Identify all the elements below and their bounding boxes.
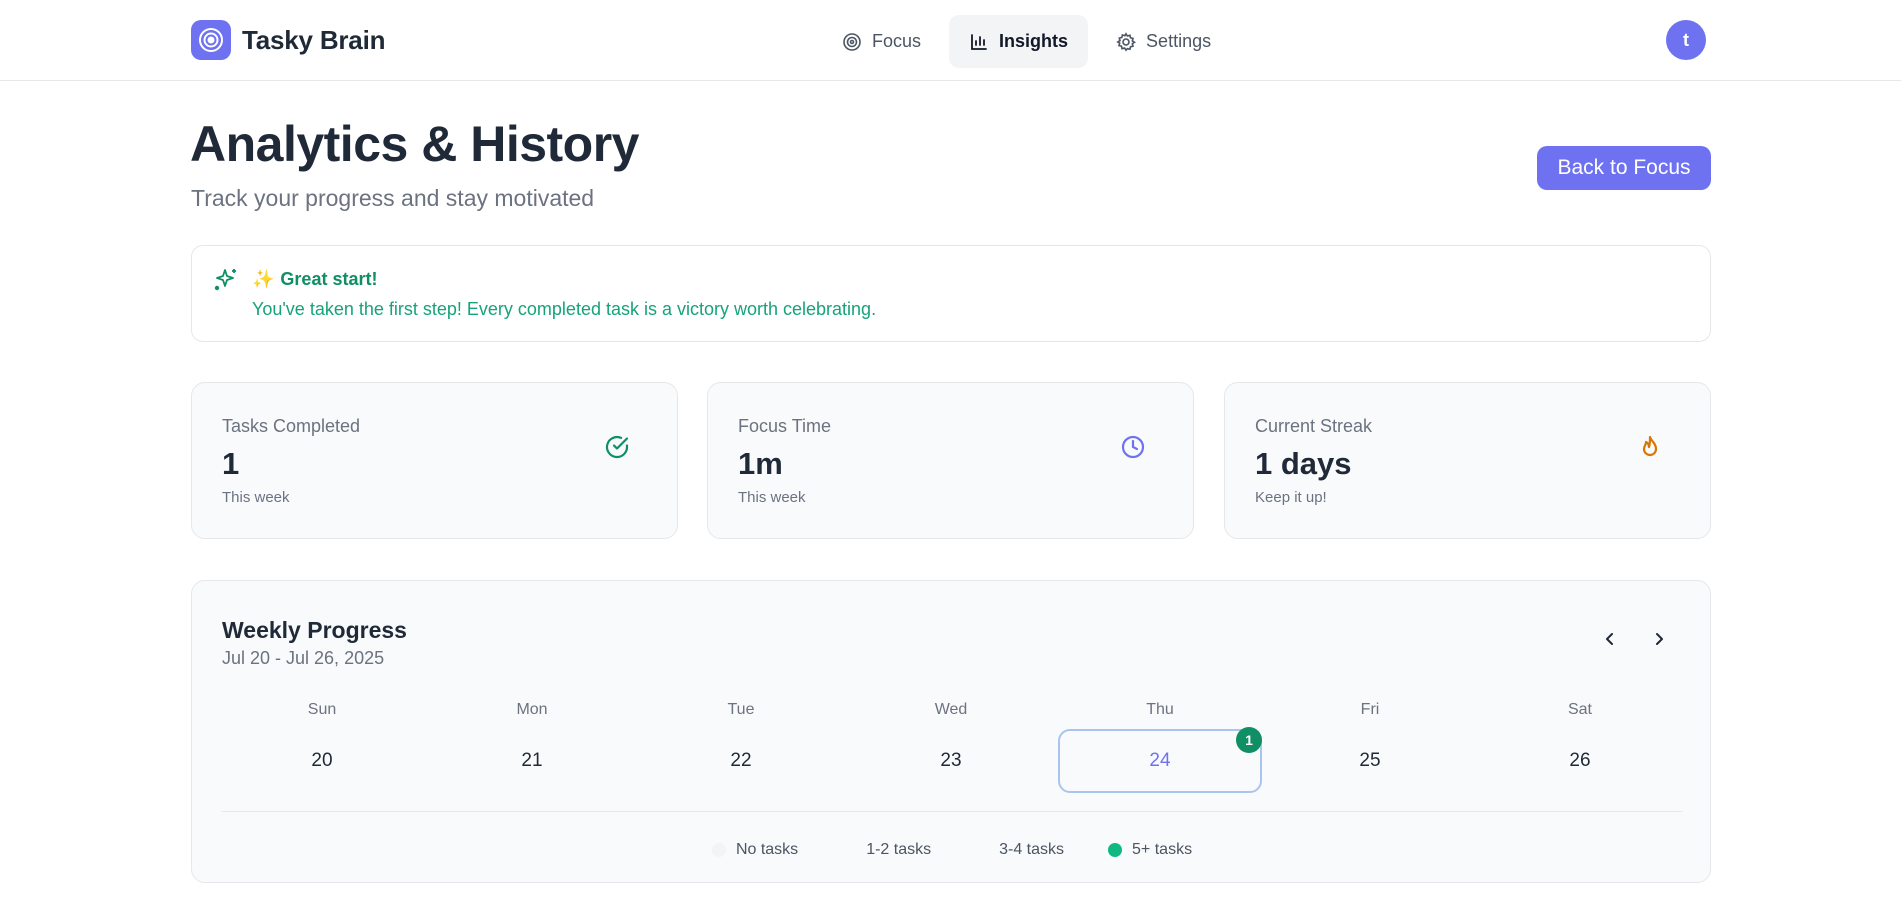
stat-card-focus-time: Focus Time 1m This week	[707, 382, 1194, 539]
page-title: Analytics & History	[190, 116, 639, 172]
brand[interactable]: Tasky Brain	[191, 20, 385, 60]
page-subtitle: Track your progress and stay motivated	[191, 185, 595, 211]
stat-value: 1m	[738, 446, 783, 481]
stat-label: Current Streak	[1255, 416, 1373, 436]
banner-title: ✨ Great start!	[252, 269, 377, 290]
nav-item-label: Insights	[999, 31, 1069, 51]
day-cell-23[interactable]: 23	[849, 729, 1053, 793]
legend-1-2-tasks: 1-2 tasks	[842, 841, 931, 859]
banner-title-text: Great start!	[280, 269, 378, 289]
stat-note: This week	[222, 489, 290, 506]
stat-value: 1 days	[1255, 446, 1352, 481]
legend-no-tasks: No tasks	[711, 841, 799, 859]
target-logo-icon	[191, 20, 231, 60]
main-nav: Focus Insights Settings	[822, 15, 1231, 68]
sparkles-icon	[214, 269, 236, 291]
day-cell-25[interactable]: 25	[1268, 729, 1472, 793]
activity-legend: No tasks 1-2 tasks 3-4 tasks 5+ tasks	[192, 841, 1712, 859]
chevron-left-icon	[1606, 633, 1613, 645]
banner-message: You've taken the first step! Every compl…	[252, 299, 877, 319]
legend-dot	[975, 843, 990, 857]
day-name-wed: Wed	[934, 701, 968, 718]
divider	[222, 811, 1682, 812]
nav-item-focus[interactable]: Focus	[822, 15, 941, 68]
stat-note: Keep it up!	[1255, 489, 1327, 506]
legend-dot	[842, 843, 857, 857]
day-name-sun: Sun	[307, 701, 337, 718]
stat-label: Tasks Completed	[222, 416, 361, 436]
day-date: 25	[1359, 750, 1381, 771]
legend-5-plus-tasks: 5+ tasks	[1108, 841, 1192, 859]
day-cell-21[interactable]: 21	[430, 729, 634, 793]
avatar[interactable]: t	[1666, 20, 1706, 60]
clock-icon	[1121, 435, 1145, 459]
previous-week-button[interactable]	[1592, 621, 1628, 657]
day-date: 22	[730, 750, 752, 771]
check-circle-icon	[605, 435, 629, 459]
weekly-date-range: Jul 20 - Jul 26, 2025	[222, 648, 385, 668]
gear-icon	[1116, 31, 1137, 52]
nav-item-insights[interactable]: Insights	[949, 15, 1089, 68]
next-week-button[interactable]	[1641, 621, 1677, 657]
legend-3-4-tasks: 3-4 tasks	[975, 841, 1064, 859]
nav-item-label: Settings	[1146, 31, 1212, 51]
legend-label: 1-2 tasks	[866, 841, 932, 858]
motivation-banner: ✨ Great start! You've taken the first st…	[191, 245, 1711, 342]
task-count-badge: 1	[1236, 727, 1262, 753]
day-name-tue: Tue	[727, 701, 755, 718]
app-header: Tasky Brain Focus Insights Settings t	[0, 0, 1901, 81]
legend-label: No tasks	[735, 841, 799, 858]
day-cell-24-today[interactable]: 24 1	[1058, 727, 1262, 793]
legend-label: 3-4 tasks	[999, 841, 1065, 858]
day-cell-22[interactable]: 22	[639, 729, 843, 793]
day-name-sat: Sat	[1567, 701, 1592, 718]
legend-dot	[711, 843, 726, 857]
day-cell-20[interactable]: 20	[220, 729, 424, 793]
flame-icon	[1642, 435, 1658, 457]
nav-item-label: Focus	[872, 31, 922, 51]
weekly-progress-card: Weekly Progress Jul 20 - Jul 26, 2025 Su…	[191, 580, 1711, 883]
stat-card-tasks-completed: Tasks Completed 1 This week	[191, 382, 678, 539]
back-to-focus-button[interactable]: Back to Focus	[1537, 146, 1711, 190]
bar-chart-icon	[971, 33, 987, 50]
stat-card-current-streak: Current Streak 1 days Keep it up!	[1224, 382, 1711, 539]
brand-name: Tasky Brain	[242, 24, 386, 55]
day-date: 20	[311, 750, 333, 771]
sparkle-emoji: ✨	[252, 269, 275, 289]
day-date: 21	[521, 750, 543, 771]
day-name-fri: Fri	[1360, 701, 1380, 718]
stat-label: Focus Time	[738, 416, 832, 436]
day-date: 24	[1149, 750, 1171, 771]
day-date: 26	[1569, 750, 1591, 771]
stat-value: 1	[222, 446, 240, 481]
day-cell-26[interactable]: 26	[1478, 729, 1682, 793]
day-name-mon: Mon	[516, 701, 548, 718]
chevron-right-icon	[1656, 633, 1663, 645]
legend-dot	[1108, 843, 1123, 857]
legend-label: 5+ tasks	[1132, 841, 1193, 858]
target-icon	[843, 32, 861, 51]
nav-item-settings[interactable]: Settings	[1096, 15, 1231, 68]
day-date: 23	[940, 750, 962, 771]
stat-note: This week	[738, 489, 806, 506]
day-name-thu: Thu	[1146, 701, 1174, 718]
weekly-title: Weekly Progress	[222, 617, 407, 643]
